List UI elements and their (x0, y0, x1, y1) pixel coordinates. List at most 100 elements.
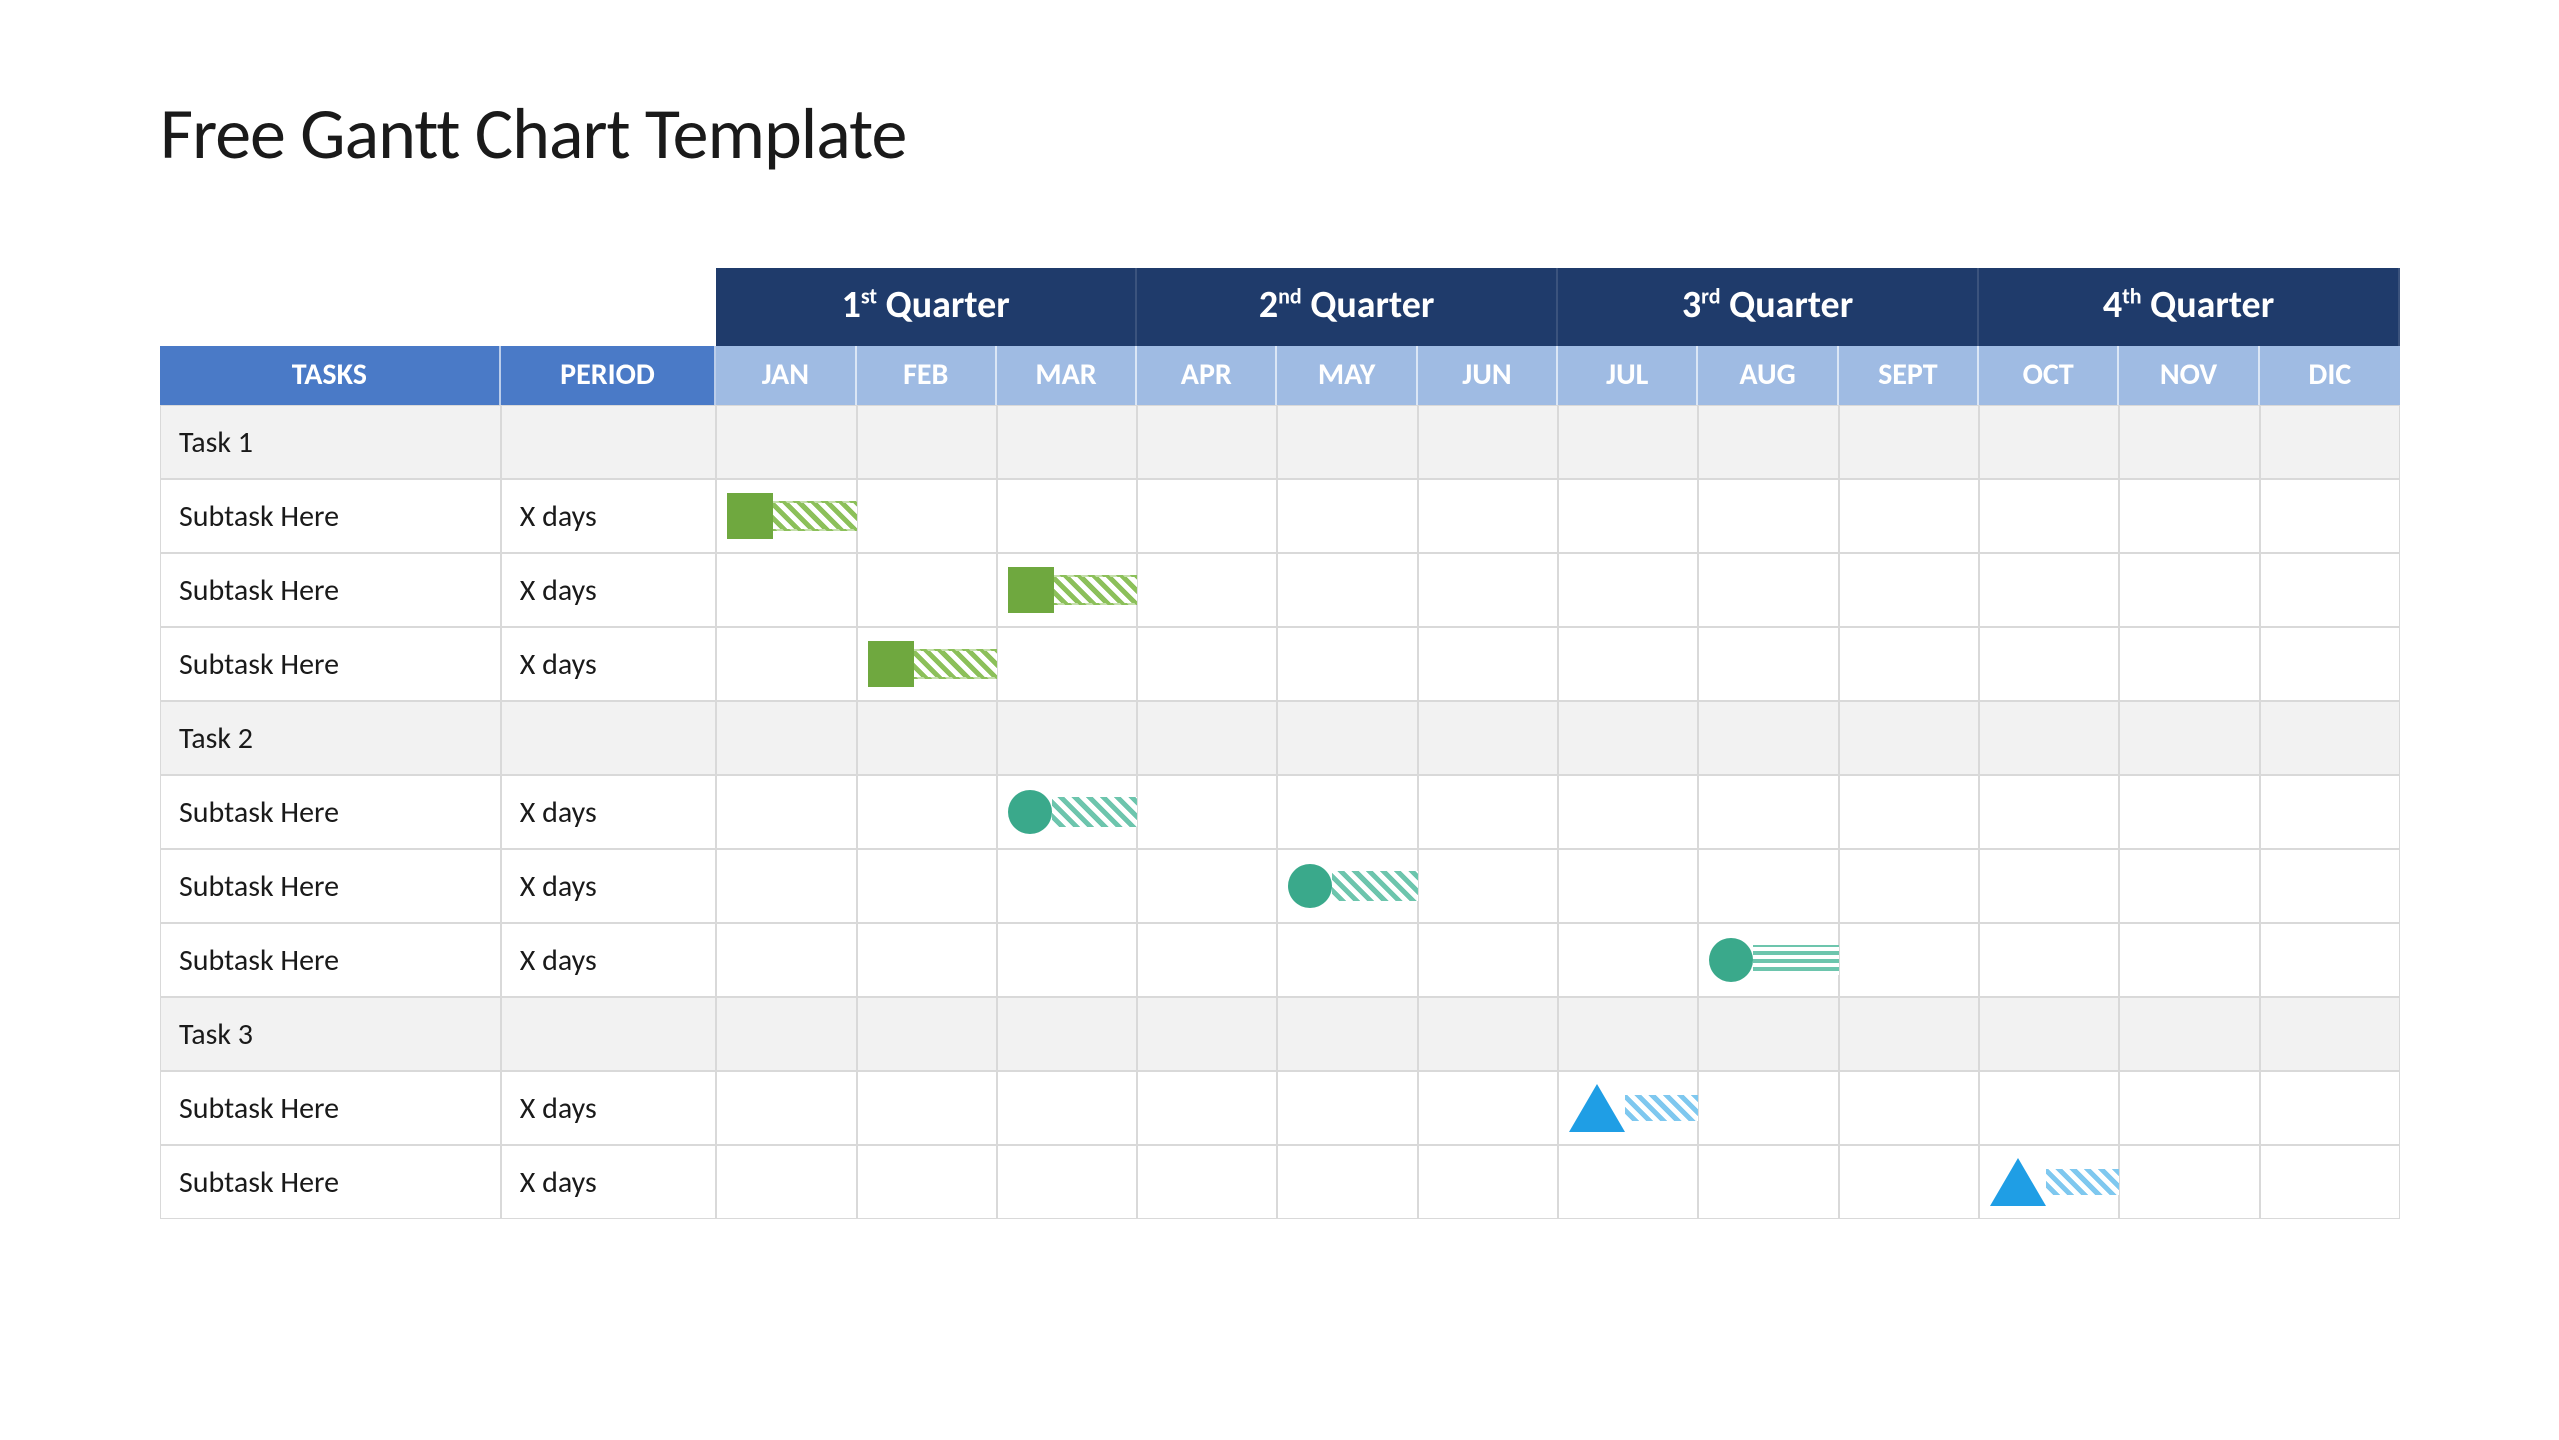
timeline-cell (857, 553, 997, 627)
timeline-cell (1698, 997, 1838, 1071)
quarter-header-row: 1st 1st QuarterQuarter 2nd Quarter 3rd Q… (160, 268, 2400, 346)
bar-start-cap (1008, 790, 1052, 834)
timeline-cell (1698, 405, 1838, 479)
timeline-cell (2119, 405, 2259, 479)
subtask-row: Subtask HereX days (160, 849, 2400, 923)
subtask-row: Subtask HereX days (160, 627, 2400, 701)
timeline-cell (857, 701, 997, 775)
timeline-cell (1839, 775, 1979, 849)
timeline-cell (1418, 1145, 1558, 1219)
month-header: SEPT (1839, 346, 1979, 405)
timeline-cell (1558, 627, 1698, 701)
month-header: AUG (1698, 346, 1838, 405)
timeline-cell (1137, 1071, 1277, 1145)
timeline-cell (1698, 1071, 1838, 1145)
timeline-cell (1277, 997, 1417, 1071)
timeline-cell (716, 1145, 856, 1219)
quarter-4-header: 4th Quarter (1979, 268, 2400, 346)
timeline-cell (1558, 553, 1698, 627)
timeline-cell (1277, 1145, 1417, 1219)
period-cell: X days (501, 1145, 716, 1219)
timeline-cell (1698, 701, 1838, 775)
timeline-cell (1137, 923, 1277, 997)
timeline-cell (1418, 775, 1558, 849)
timeline-cell (1979, 479, 2119, 553)
month-header: DIC (2260, 346, 2400, 405)
timeline-cell (1277, 1071, 1417, 1145)
task-name-cell: Task 1 (160, 405, 501, 479)
timeline-cell (1839, 553, 1979, 627)
timeline-cell (716, 479, 856, 553)
timeline-cell (2119, 775, 2259, 849)
timeline-cell (716, 553, 856, 627)
timeline-cell (716, 923, 856, 997)
timeline-cell (1418, 923, 1558, 997)
period-cell (501, 701, 716, 775)
timeline-cell (1137, 849, 1277, 923)
timeline-cell (1979, 775, 2119, 849)
period-cell (501, 405, 716, 479)
timeline-cell (2119, 1071, 2259, 1145)
month-header: NOV (2119, 346, 2259, 405)
task-name-cell: Subtask Here (160, 553, 501, 627)
timeline-cell (857, 479, 997, 553)
timeline-cell (1839, 479, 1979, 553)
timeline-cell (2119, 923, 2259, 997)
gantt-chart: 1st 1st QuarterQuarter 2nd Quarter 3rd Q… (160, 268, 2400, 1219)
timeline-cell (2119, 1145, 2259, 1219)
bar-start-cap (1709, 938, 1753, 982)
timeline-cell (1558, 405, 1698, 479)
timeline-cell (997, 479, 1137, 553)
timeline-cell (2119, 701, 2259, 775)
period-cell: X days (501, 849, 716, 923)
period-column-header: PERIOD (501, 346, 716, 405)
month-header: FEB (857, 346, 997, 405)
timeline-cell (1137, 553, 1277, 627)
timeline-cell (997, 775, 1137, 849)
month-header: JAN (716, 346, 856, 405)
timeline-cell (997, 849, 1137, 923)
timeline-cell (1979, 849, 2119, 923)
month-header: JUL (1558, 346, 1698, 405)
timeline-cell (2260, 701, 2400, 775)
timeline-cell (1418, 553, 1558, 627)
timeline-cell (997, 923, 1137, 997)
timeline-cell (1137, 997, 1277, 1071)
timeline-cell (2260, 997, 2400, 1071)
timeline-cell (1979, 553, 2119, 627)
timeline-cell (1277, 923, 1417, 997)
task-name-cell: Subtask Here (160, 1145, 501, 1219)
bar-start-cap (1008, 567, 1054, 613)
timeline-cell (1698, 479, 1838, 553)
subtask-row: Subtask HereX days (160, 553, 2400, 627)
timeline-cell (716, 1071, 856, 1145)
subtask-row: Subtask HereX days (160, 479, 2400, 553)
timeline-cell (1558, 479, 1698, 553)
subtask-row: Subtask HereX days (160, 1071, 2400, 1145)
bar-start-cap (868, 641, 914, 687)
page-title: Free Gantt Chart Template (160, 90, 2399, 178)
timeline-cell (2260, 1145, 2400, 1219)
timeline-cell (1137, 1145, 1277, 1219)
timeline-cell (857, 997, 997, 1071)
task-name-cell: Subtask Here (160, 849, 501, 923)
timeline-cell (2260, 405, 2400, 479)
timeline-cell (1979, 997, 2119, 1071)
timeline-cell (857, 627, 997, 701)
timeline-cell (716, 849, 856, 923)
timeline-cell (1558, 775, 1698, 849)
timeline-cell (2260, 479, 2400, 553)
timeline-cell (857, 1145, 997, 1219)
timeline-cell (1698, 775, 1838, 849)
timeline-cell (2119, 997, 2259, 1071)
timeline-cell (857, 849, 997, 923)
timeline-cell (1418, 849, 1558, 923)
timeline-cell (857, 405, 997, 479)
timeline-cell (997, 701, 1137, 775)
timeline-cell (1698, 1145, 1838, 1219)
timeline-cell (1979, 627, 2119, 701)
timeline-cell (1277, 405, 1417, 479)
task-name-cell: Subtask Here (160, 775, 501, 849)
timeline-cell (1277, 553, 1417, 627)
timeline-cell (2260, 775, 2400, 849)
